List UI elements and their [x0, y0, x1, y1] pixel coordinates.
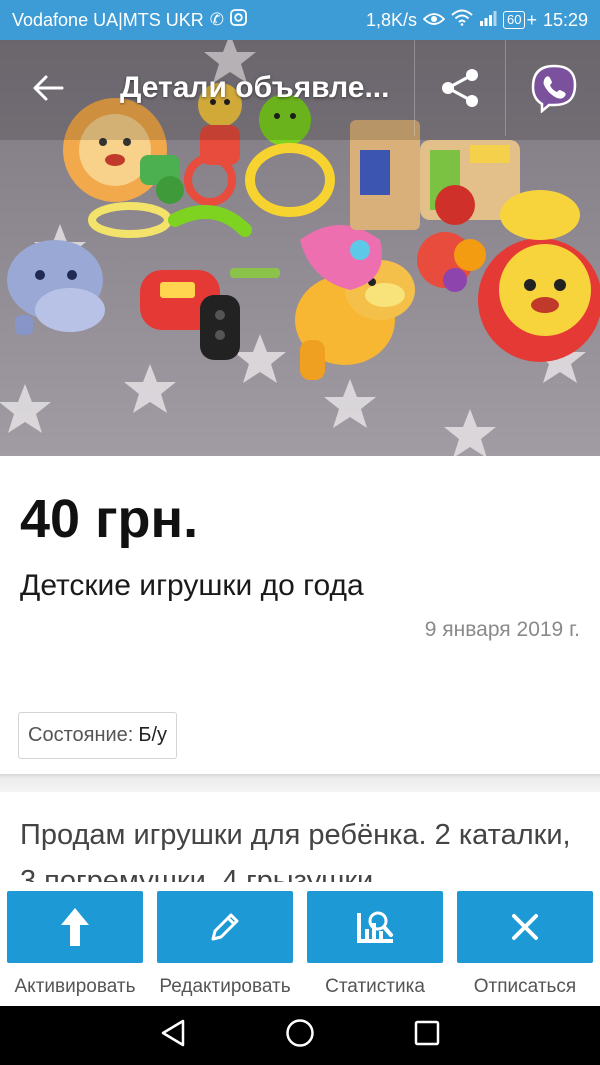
triangle-back-icon [161, 1019, 185, 1047]
circle-home-icon [286, 1019, 314, 1047]
viber-icon [531, 64, 577, 113]
instagram-icon [230, 9, 247, 31]
charging-icon: + [526, 9, 537, 30]
unsubscribe-button[interactable]: Отписаться [457, 882, 593, 1006]
arrow-left-icon [33, 75, 64, 101]
app-bar: Детали объявле... [0, 40, 600, 136]
statistics-label: Статистика [325, 976, 425, 997]
statistics-button[interactable]: Статистика [307, 882, 443, 1006]
signal-icon [479, 10, 497, 31]
arrow-up-icon [61, 908, 89, 946]
unsubscribe-button-tile[interactable] [457, 891, 593, 963]
edit-button[interactable]: Редактировать [157, 882, 293, 1006]
listing-price: 40 грн. [20, 489, 199, 549]
listing-description: Продам игрушки для ребёнка. 2 каталки, 3… [20, 819, 571, 892]
navigation-bar [0, 1006, 600, 1065]
carrier-text: Vodafone UA|MTS UKR [12, 9, 204, 30]
status-left: Vodafone UA|MTS UKR ✆ [12, 9, 247, 31]
nav-home-button[interactable] [285, 1018, 315, 1053]
condition-value: Б/у [138, 724, 168, 746]
condition-label: Состояние: [28, 724, 134, 746]
status-right: 1,8K/s 60 + 15:29 [366, 9, 588, 31]
listing-title: Детские игрушки до года [20, 569, 364, 602]
back-button[interactable] [0, 40, 96, 136]
listing-date: 9 января 2019 г. [424, 618, 580, 641]
viber-button[interactable] [508, 40, 600, 136]
action-bar: Активировать Редактировать Статистика От… [0, 882, 600, 1006]
pencil-icon [211, 913, 239, 941]
activate-button[interactable]: Активировать [7, 882, 143, 1006]
network-speed: 1,8K/s [365, 9, 417, 30]
section-divider [0, 774, 600, 792]
share-button[interactable] [414, 40, 506, 136]
page-title: Детали объявле... [120, 71, 390, 104]
condition-chip: Состояние: Б/у [18, 712, 178, 759]
edit-label: Редактировать [159, 976, 291, 997]
wifi-icon [451, 9, 473, 31]
eye-icon [422, 10, 446, 31]
nav-back-button[interactable] [159, 1018, 187, 1053]
close-icon [512, 914, 538, 940]
edit-button-tile[interactable] [157, 891, 293, 963]
unsubscribe-label: Отписаться [473, 976, 577, 997]
nav-recents-button[interactable] [413, 1019, 441, 1052]
clock: 15:29 [542, 9, 588, 30]
share-icon [442, 69, 478, 107]
square-recents-icon [414, 1020, 440, 1046]
call-icon: ✆ [209, 10, 225, 29]
statistics-icon [357, 911, 393, 943]
activate-button-tile[interactable] [7, 891, 143, 963]
activate-label: Активировать [14, 976, 136, 997]
statistics-button-tile[interactable] [307, 891, 443, 963]
status-bar: Vodafone UA|MTS UKR ✆ 1,8K/s 60 + 15:29 [0, 0, 600, 40]
battery-icon: 60 [502, 11, 526, 29]
